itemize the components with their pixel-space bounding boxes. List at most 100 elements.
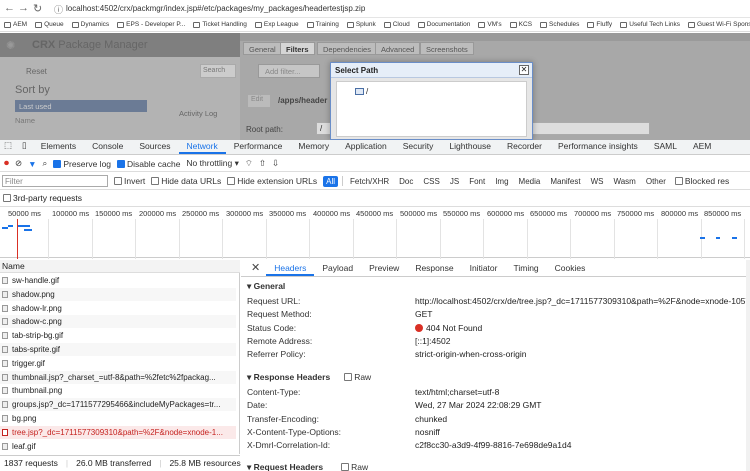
bookmark-item[interactable]: Useful Tech Links xyxy=(620,21,680,28)
export-har-icon[interactable]: ⇩ xyxy=(272,158,279,169)
crx-tab-screenshots[interactable]: Screenshots xyxy=(420,42,474,55)
detail-tab-cookies[interactable]: Cookies xyxy=(547,263,594,276)
detail-tab-initiator[interactable]: Initiator xyxy=(462,263,506,276)
bookmark-item[interactable]: Ticket Handling xyxy=(193,21,247,28)
blocked-checkbox[interactable]: Blocked res xyxy=(674,176,729,186)
tree-root-node[interactable]: / xyxy=(355,87,368,96)
bookmark-item[interactable]: Guest Wi-Fi Spons... xyxy=(688,21,750,28)
type-filter-media[interactable]: Media xyxy=(516,176,544,187)
devtools-tab-lighthouse[interactable]: Lighthouse xyxy=(441,141,499,154)
reload-icon[interactable]: ↻ xyxy=(33,2,42,15)
detail-tab-response[interactable]: Response xyxy=(407,263,461,276)
raw-checkbox[interactable]: Raw xyxy=(344,372,371,382)
back-icon[interactable]: ← xyxy=(4,2,15,14)
close-icon[interactable]: ✕ xyxy=(241,261,266,276)
scrollbar[interactable] xyxy=(746,260,750,471)
close-icon[interactable]: ✕ xyxy=(519,65,529,75)
type-filter-wasm[interactable]: Wasm xyxy=(610,176,638,187)
request-row[interactable]: tabs-sprite.gif xyxy=(0,343,236,356)
detail-tab-headers[interactable]: Headers xyxy=(266,263,315,276)
crx-tab-filters[interactable]: Filters xyxy=(280,42,315,55)
search-input[interactable]: Search xyxy=(200,64,236,78)
bookmark-item[interactable]: AEM xyxy=(4,21,27,28)
type-filter-img[interactable]: Img xyxy=(492,176,511,187)
bookmark-item[interactable]: Documentation xyxy=(417,21,470,28)
third-party-checkbox[interactable]: 3rd-party requests xyxy=(3,193,82,203)
bookmark-item[interactable]: Training xyxy=(306,21,339,28)
devtools-tab-performance[interactable]: Performance xyxy=(226,141,291,154)
request-row[interactable]: thumbnail.jsp?_charset_=utf-8&path=%2fet… xyxy=(0,370,236,384)
bookmark-item[interactable]: EPS - Developer P... xyxy=(117,21,185,28)
request-row[interactable]: groups.jsp?_dc=1711577295466&includeMyPa… xyxy=(0,398,236,412)
detail-tab-preview[interactable]: Preview xyxy=(361,263,407,276)
bookmark-item[interactable]: Cloud xyxy=(383,21,410,28)
type-filter-js[interactable]: JS xyxy=(447,176,462,187)
import-har-icon[interactable]: ⇧ xyxy=(259,158,266,169)
response-headers-section-header[interactable]: ▾ Response Headers Raw xyxy=(247,372,371,383)
devtools-tab-sources[interactable]: Sources xyxy=(131,141,178,154)
crx-tab-general[interactable]: General xyxy=(243,42,282,55)
type-filter-css[interactable]: CSS xyxy=(420,176,442,187)
bookmark-item[interactable]: KCS xyxy=(509,21,532,28)
devtools-tab-memory[interactable]: Memory xyxy=(290,141,337,154)
hide-extension-urls-checkbox[interactable]: Hide extension URLs xyxy=(227,176,317,186)
bookmark-item[interactable]: Queue xyxy=(35,21,64,28)
preserve-log-checkbox[interactable]: Preserve log xyxy=(53,159,111,169)
device-toggle-icon[interactable]: ▯ xyxy=(16,140,33,154)
timeline-overview[interactable]: 50000 ms 100000 ms 150000 ms 200000 ms 25000… xyxy=(0,206,750,259)
request-row[interactable]: tree.jsp?_dc=1711577309310&path=%2F&node… xyxy=(0,425,236,439)
request-row[interactable]: thumbnail.png xyxy=(0,384,236,397)
devtools-tab-performance-insights[interactable]: Performance insights xyxy=(550,141,646,154)
type-filter-doc[interactable]: Doc xyxy=(396,176,416,187)
site-info-icon[interactable]: ⓘ xyxy=(54,3,63,16)
bookmark-item[interactable]: Exp League xyxy=(254,21,299,28)
bookmark-item[interactable]: Fluffy xyxy=(587,21,612,28)
type-filter-other[interactable]: Other xyxy=(643,176,669,187)
bookmark-item[interactable]: VM's xyxy=(478,21,502,28)
type-filter-manifest[interactable]: Manifest xyxy=(547,176,583,187)
devtools-tab-aem[interactable]: AEM xyxy=(685,141,719,154)
sort-name[interactable]: Name xyxy=(15,116,35,125)
record-icon[interactable]: ⏺ xyxy=(4,158,9,169)
throttling-select[interactable]: No throttling ▾ xyxy=(186,158,238,169)
sort-last-used[interactable]: Last used xyxy=(15,100,147,112)
filter-input[interactable]: Filter xyxy=(2,175,108,187)
filter-icon[interactable]: ▼ xyxy=(28,159,36,169)
devtools-tab-recorder[interactable]: Recorder xyxy=(499,141,550,154)
add-filter-button[interactable]: Add filter... xyxy=(258,64,320,78)
request-row[interactable]: tab-strip-bg.gif xyxy=(0,329,236,342)
request-headers-section-header[interactable]: ▾ Request Headers Raw xyxy=(247,462,368,471)
hide-data-urls-checkbox[interactable]: Hide data URLs xyxy=(151,176,221,186)
devtools-tab-application[interactable]: Application xyxy=(337,141,395,154)
request-row[interactable]: trigger.gif xyxy=(0,357,236,370)
bookmark-item[interactable]: Splunk xyxy=(346,21,376,28)
request-row[interactable]: shadow.png xyxy=(0,287,236,301)
bookmark-item[interactable]: Schedules xyxy=(540,21,579,28)
crx-tab-dependencies[interactable]: Dependencies xyxy=(317,42,377,55)
bookmark-item[interactable]: Dynamics xyxy=(71,21,109,28)
crx-tab-advanced[interactable]: Advanced xyxy=(375,42,421,55)
type-filter-font[interactable]: Font xyxy=(466,176,488,187)
devtools-tab-network[interactable]: Network xyxy=(178,141,226,154)
general-section-header[interactable]: ▾ General xyxy=(247,281,285,292)
type-filter-ws[interactable]: WS xyxy=(588,176,607,187)
edit-button[interactable]: Edit xyxy=(248,95,270,107)
disable-cache-checkbox[interactable]: Disable cache xyxy=(117,159,180,169)
detail-tab-payload[interactable]: Payload xyxy=(314,263,361,276)
type-filter-all[interactable]: All xyxy=(323,175,339,187)
devtools-tab-saml[interactable]: SAML xyxy=(646,141,685,154)
request-row[interactable]: sw-handle.gif xyxy=(0,274,236,287)
invert-checkbox[interactable]: Invert xyxy=(114,176,145,186)
request-row[interactable]: shadow-c.png xyxy=(0,315,236,329)
inspect-icon[interactable]: ⬚ xyxy=(0,140,16,154)
clear-icon[interactable]: ⊘ xyxy=(15,158,22,169)
devtools-tab-console[interactable]: Console xyxy=(84,141,131,154)
detail-tab-timing[interactable]: Timing xyxy=(505,263,546,276)
search-icon[interactable]: ⌕ xyxy=(43,158,48,169)
type-filter-fetch-xhr[interactable]: Fetch/XHR xyxy=(347,176,392,187)
reset-link[interactable]: Reset xyxy=(26,67,47,76)
request-row[interactable]: bg.png xyxy=(0,412,236,425)
devtools-tab-elements[interactable]: Elements xyxy=(33,141,84,154)
name-column-header[interactable]: Name xyxy=(0,260,240,273)
network-conditions-icon[interactable]: ⌔ xyxy=(245,158,253,169)
